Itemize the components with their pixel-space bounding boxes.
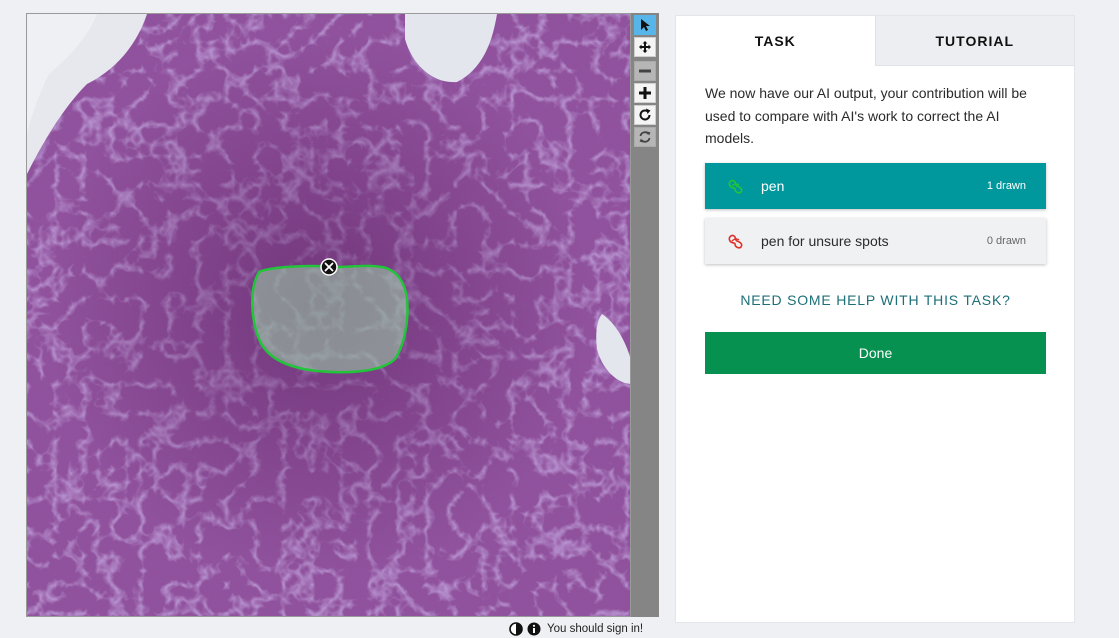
unsure-pen-tool-option[interactable]: pen for unsure spots 0 drawn [705,218,1046,264]
refresh-icon [639,131,651,143]
delete-annotation-icon[interactable] [320,258,338,276]
zoom-in-tool-button[interactable] [634,83,656,103]
zoom-out-tool-button[interactable] [634,61,656,81]
help-link[interactable]: NEED SOME HELP WITH THIS TASK? [705,292,1046,308]
pan-tool-button[interactable] [634,37,656,57]
pen-tool-label: pen [761,178,785,194]
tissue-image[interactable] [27,14,631,617]
tab-tutorial[interactable]: TUTORIAL [874,16,1074,66]
select-tool-button[interactable] [634,15,656,35]
arrow-pointer-icon [641,19,650,31]
status-bar: You should sign in! [509,620,643,638]
pen-tool-option[interactable]: pen 1 drawn [705,163,1046,209]
pen-shape-icon [727,177,745,195]
tab-task[interactable]: TASK [676,16,875,66]
sign-in-message[interactable]: You should sign in! [547,623,643,635]
unsure-pen-shape-icon [727,232,745,250]
info-icon[interactable] [527,622,541,636]
task-instructions: We now have our AI output, your contribu… [705,85,1027,146]
reset-tool-button[interactable] [634,127,656,147]
unsure-pen-tool-label: pen for unsure spots [761,233,889,249]
unsure-pen-tool-count: 0 drawn [986,235,1026,247]
done-button[interactable]: Done [705,332,1046,374]
pen-annotation-outline[interactable] [251,264,409,374]
minus-icon [639,69,651,73]
contrast-icon[interactable] [509,622,523,636]
move-arrows-icon [639,41,651,53]
task-panel: TASK TUTORIAL We now have our AI output,… [675,15,1075,623]
plus-icon [639,87,651,99]
panel-tabs: TASK TUTORIAL [676,16,1074,66]
pen-tool-count: 1 drawn [986,180,1026,192]
subject-image-viewer[interactable] [26,13,631,617]
rotate-tool-button[interactable] [634,105,656,125]
rotate-icon [639,108,651,121]
viewer-toolbar [631,13,659,617]
